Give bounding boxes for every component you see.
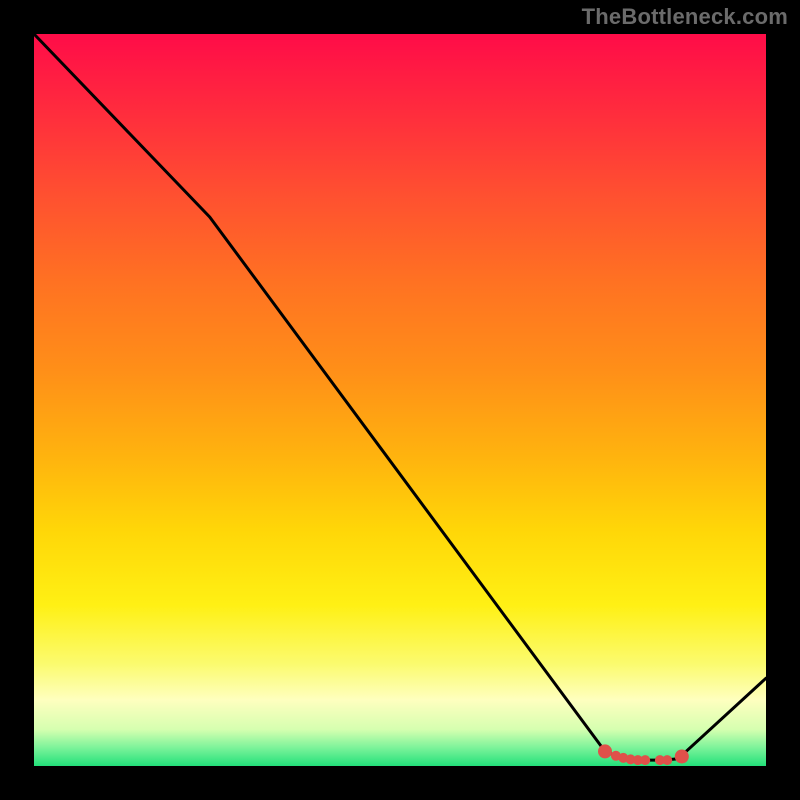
highlighted-marker-group [598,744,689,765]
highlighted-marker [640,755,650,765]
highlighted-marker [598,744,612,758]
plot-area [34,34,766,766]
chart-line [34,34,766,760]
chart-container: TheBottleneck.com [0,0,800,800]
highlighted-marker [662,755,672,765]
attribution-label: TheBottleneck.com [582,4,788,30]
line-chart-svg [34,34,766,766]
highlighted-marker [675,750,689,764]
